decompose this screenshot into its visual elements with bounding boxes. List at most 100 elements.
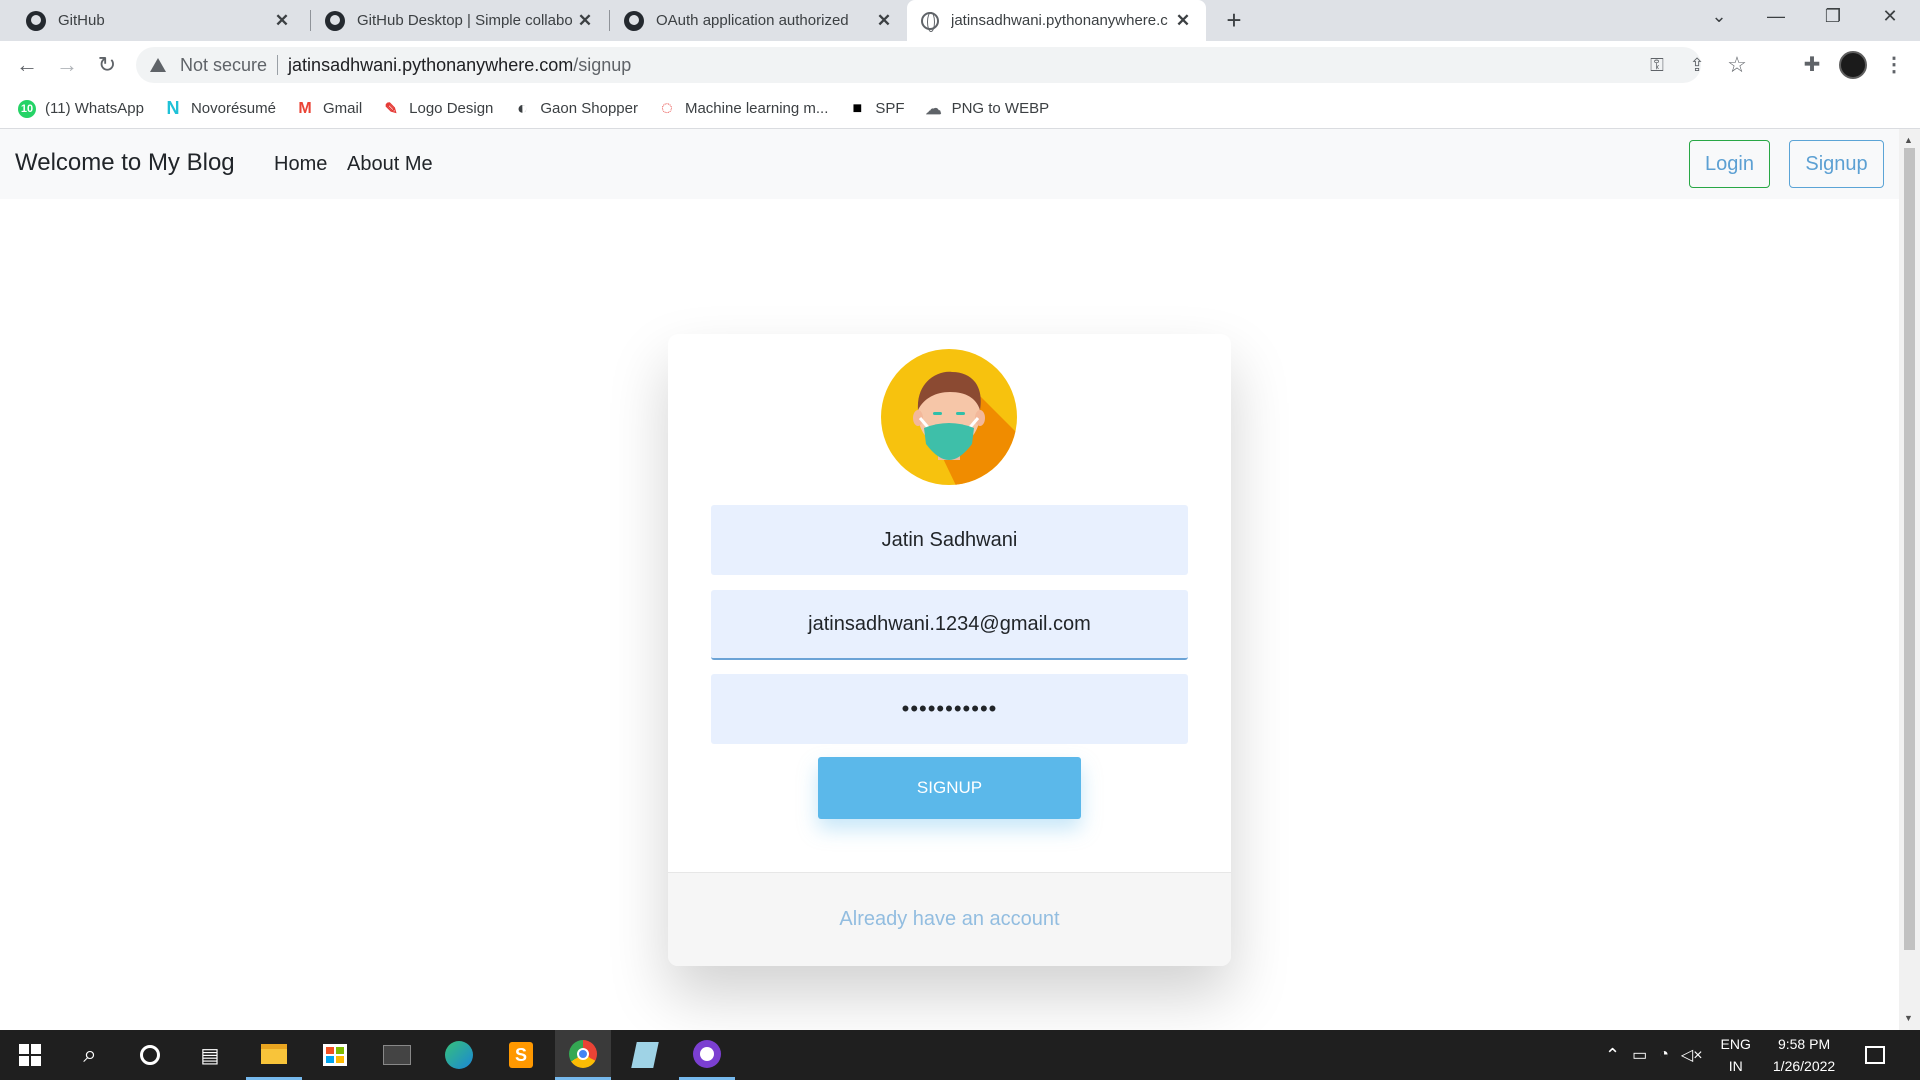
share-icon[interactable]: ⇪ bbox=[1682, 47, 1712, 83]
search-icon: ⌕ bbox=[83, 1041, 97, 1068]
chrome-icon bbox=[569, 1039, 597, 1068]
login-button[interactable]: Login bbox=[1689, 140, 1770, 188]
gmail-icon: M bbox=[298, 99, 312, 117]
scroll-down-icon[interactable]: ▼ bbox=[1904, 1013, 1913, 1023]
tab-github[interactable]: GitHub ✕ bbox=[12, 0, 305, 41]
site-navbar: Welcome to My Blog Home About Me Login S… bbox=[0, 129, 1899, 199]
key-icon[interactable]: ⚿ bbox=[1642, 47, 1672, 83]
spf-icon: ■ bbox=[852, 99, 863, 117]
taskbar-notes[interactable] bbox=[617, 1030, 673, 1080]
taskbar-github-desktop[interactable] bbox=[679, 1030, 735, 1080]
clock[interactable]: 9:58 PM 1/26/2022 bbox=[1773, 1033, 1835, 1077]
bookmark-spf[interactable]: ■ SPF bbox=[848, 99, 905, 118]
start-button[interactable] bbox=[2, 1030, 58, 1080]
bookmark-star-icon[interactable]: ☆ bbox=[1722, 47, 1752, 83]
signup-card: SIGNUP Already have an account bbox=[668, 334, 1231, 966]
new-tab-button[interactable]: + bbox=[1219, 6, 1249, 36]
battery-icon[interactable]: ▭ bbox=[1632, 1045, 1647, 1065]
page-scrollbar[interactable]: ▲ ▼ bbox=[1899, 129, 1920, 1030]
task-view-button[interactable]: ▤ bbox=[182, 1030, 238, 1080]
tab-title: GitHub bbox=[58, 12, 105, 29]
wifi-icon[interactable]: ◔ bbox=[1659, 1046, 1669, 1064]
bookmark-machine-learning[interactable]: ◌ Machine learning m... bbox=[658, 97, 829, 119]
bookmark-logo-design[interactable]: ✎ Logo Design bbox=[382, 100, 493, 118]
github-icon bbox=[325, 10, 345, 31]
bookmark-label: Gmail bbox=[322, 100, 363, 117]
name-field[interactable] bbox=[711, 505, 1188, 575]
language-indicator[interactable]: ENG IN bbox=[1721, 1033, 1751, 1077]
forward-icon[interactable]: → bbox=[52, 50, 82, 80]
taskbar-store[interactable] bbox=[307, 1030, 363, 1080]
tab-title: jatinsadhwani.pythonanywhere.c bbox=[951, 12, 1168, 29]
email-field[interactable] bbox=[711, 590, 1188, 660]
windows-taskbar: ⌕ ▤ S ⌃ ▭ ◔ ◁× ENG IN 9:58 PM 1/26/2022 bbox=[0, 1030, 1920, 1080]
close-icon[interactable]: ✕ bbox=[1174, 11, 1192, 31]
cortana-button[interactable] bbox=[122, 1030, 178, 1080]
masked-user-avatar-icon bbox=[881, 349, 1017, 485]
scroll-up-icon[interactable]: ▲ bbox=[1904, 135, 1913, 145]
restore-button[interactable]: ❐ bbox=[1813, 6, 1853, 27]
tab-signup-active[interactable]: jatinsadhwani.pythonanywhere.c ✕ bbox=[907, 0, 1206, 41]
tab-title: OAuth application authorized bbox=[656, 12, 849, 29]
tab-oauth[interactable]: OAuth application authorized ✕ bbox=[610, 0, 907, 41]
notification-icon[interactable] bbox=[1865, 1046, 1886, 1064]
warning-icon bbox=[150, 58, 166, 72]
volume-muted-icon[interactable]: ◁× bbox=[1681, 1045, 1703, 1065]
url-text[interactable]: jatinsadhwani.pythonanywhere.com/signup bbox=[288, 55, 631, 76]
logo-design-icon: ✎ bbox=[384, 100, 398, 118]
signup-submit-button[interactable]: SIGNUP bbox=[818, 757, 1081, 819]
bookmark-label: Novorésumé bbox=[190, 100, 276, 117]
cortana-icon bbox=[140, 1045, 160, 1065]
bookmark-novoresume[interactable]: N Novorésumé bbox=[164, 98, 276, 118]
bookmarks-bar: 10 (11) WhatsApp N Novorésumé M Gmail ✎ … bbox=[0, 89, 1920, 129]
taskbar-chrome[interactable] bbox=[555, 1030, 611, 1080]
tab-search-icon[interactable]: ⌄ bbox=[1699, 6, 1739, 27]
tab-github-desktop[interactable]: GitHub Desktop | Simple collabo ✕ bbox=[311, 0, 608, 41]
nav-link-about[interactable]: About Me bbox=[347, 153, 433, 176]
bookmark-png-to-webp[interactable]: ☁ PNG to WEBP bbox=[925, 100, 1050, 118]
login-link[interactable]: Already have an account bbox=[839, 908, 1059, 931]
task-view-icon: ▤ bbox=[200, 1044, 220, 1067]
region-label: IN bbox=[1728, 1058, 1743, 1074]
bookmark-label: Gaon Shopper bbox=[540, 100, 638, 117]
close-icon[interactable]: ✕ bbox=[273, 11, 291, 31]
browser-tab-strip: GitHub ✕ GitHub Desktop | Simple collabo… bbox=[0, 0, 1920, 41]
site-brand[interactable]: Welcome to My Blog bbox=[15, 149, 235, 177]
reload-icon[interactable]: ↻ bbox=[92, 50, 122, 80]
address-bar[interactable]: Not secure jatinsadhwani.pythonanywhere.… bbox=[136, 47, 1747, 83]
card-footer: Already have an account bbox=[668, 872, 1231, 966]
store-icon bbox=[323, 1044, 347, 1066]
github-icon bbox=[26, 10, 46, 31]
bookmark-whatsapp[interactable]: 10 (11) WhatsApp bbox=[18, 99, 144, 118]
signup-nav-button[interactable]: Signup bbox=[1789, 140, 1884, 188]
bookmark-label: Machine learning m... bbox=[684, 100, 829, 117]
language-label: ENG bbox=[1720, 1036, 1751, 1052]
taskbar-edge[interactable] bbox=[431, 1030, 487, 1080]
bookmark-gaon-shopper[interactable]: ◐ Gaon Shopper bbox=[513, 98, 638, 118]
security-label[interactable]: Not secure bbox=[180, 55, 267, 76]
extensions-icon[interactable]: ✚ bbox=[1797, 50, 1827, 80]
menu-icon[interactable]: ⋮ bbox=[1879, 50, 1909, 80]
profile-avatar[interactable] bbox=[1839, 51, 1867, 79]
close-window-button[interactable]: ✕ bbox=[1870, 6, 1910, 27]
taskbar-sublime[interactable]: S bbox=[493, 1030, 549, 1080]
close-icon[interactable]: ✕ bbox=[576, 11, 594, 31]
page-viewport: Welcome to My Blog Home About Me Login S… bbox=[0, 129, 1899, 1030]
browser-toolbar: ← → ↻ Not secure jatinsadhwani.pythonany… bbox=[0, 41, 1920, 89]
globe-icon bbox=[921, 11, 939, 32]
clock-time: 9:58 PM bbox=[1777, 1036, 1831, 1052]
bookmark-gmail[interactable]: M Gmail bbox=[296, 100, 362, 118]
back-icon[interactable]: ← bbox=[12, 50, 42, 80]
chevron-up-icon[interactable]: ⌃ bbox=[1605, 1045, 1620, 1066]
system-tray: ⌃ ▭ ◔ ◁× ENG IN 9:58 PM 1/26/2022 bbox=[1605, 1030, 1886, 1080]
taskbar-terminal[interactable] bbox=[369, 1030, 425, 1080]
search-button[interactable]: ⌕ bbox=[62, 1030, 118, 1080]
bookmark-label: PNG to WEBP bbox=[951, 100, 1050, 117]
nav-link-home[interactable]: Home bbox=[274, 153, 327, 176]
scrollbar-thumb[interactable] bbox=[1904, 148, 1915, 950]
password-field[interactable] bbox=[711, 674, 1188, 744]
bookmark-label: Logo Design bbox=[409, 100, 494, 117]
taskbar-file-explorer[interactable] bbox=[246, 1030, 302, 1080]
minimize-button[interactable]: — bbox=[1756, 6, 1796, 27]
close-icon[interactable]: ✕ bbox=[875, 11, 893, 31]
